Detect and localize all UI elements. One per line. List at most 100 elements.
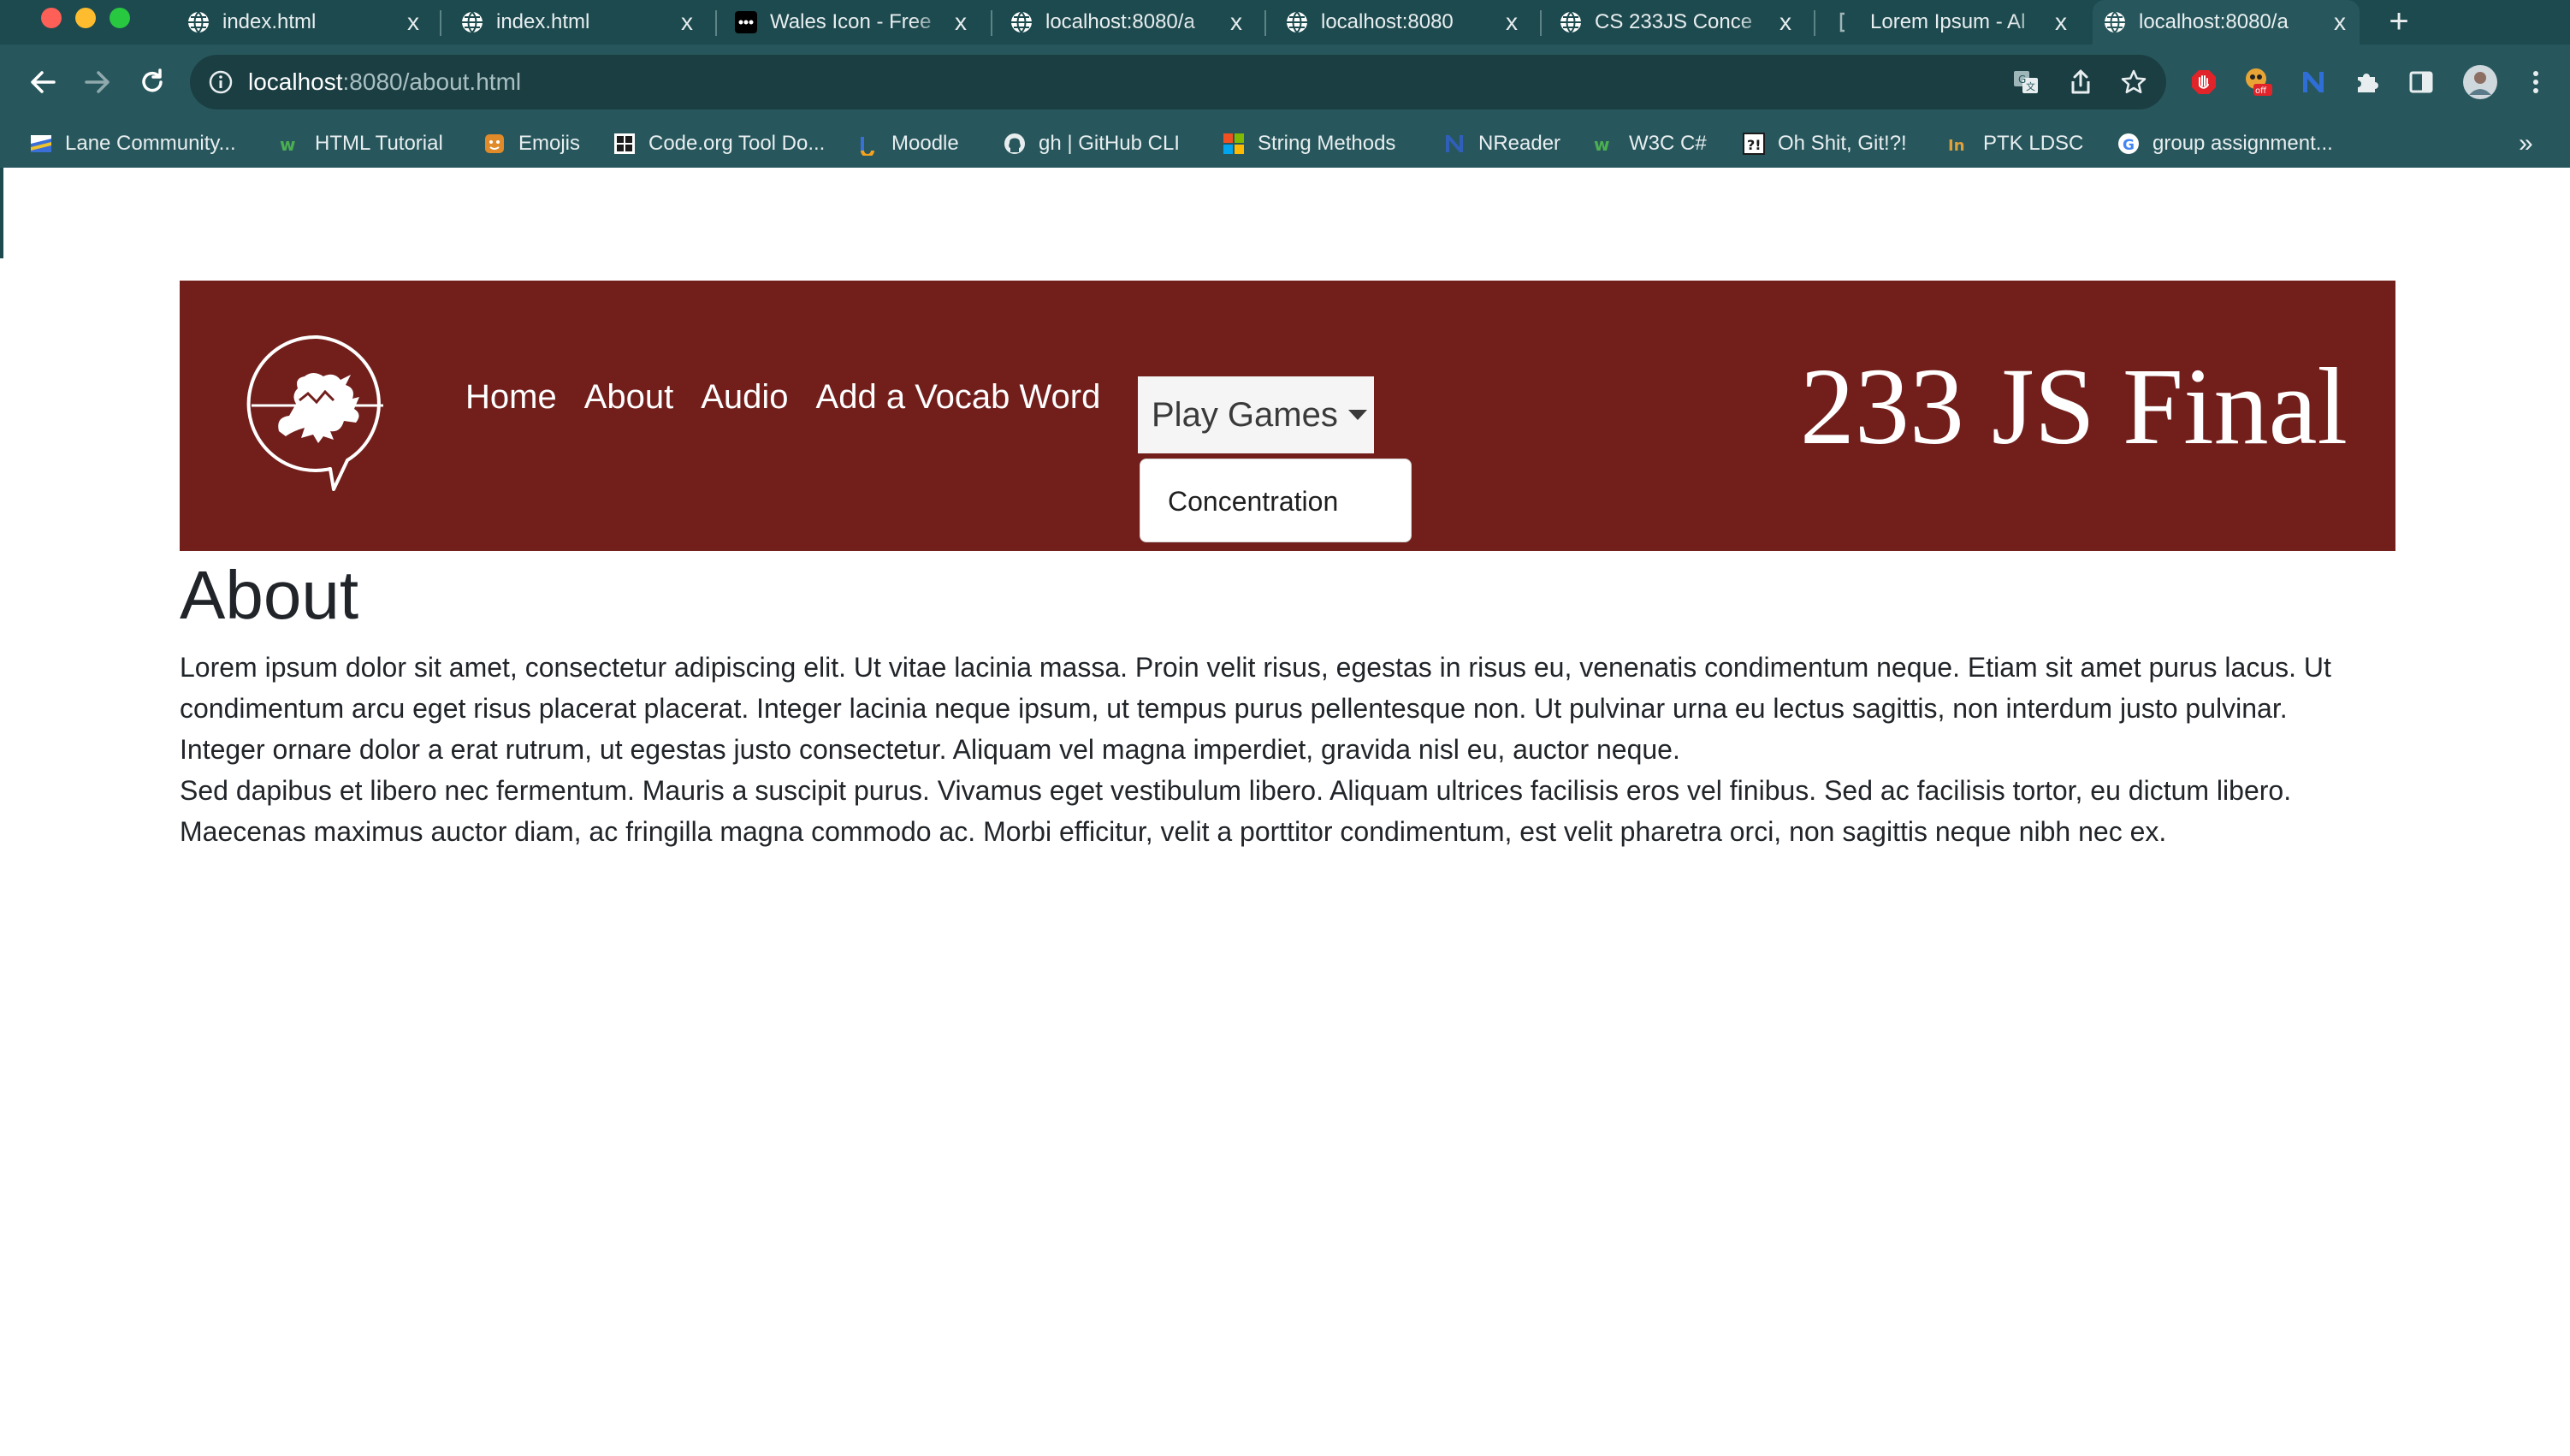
back-icon[interactable]: [22, 62, 63, 103]
tab-separator: [1264, 10, 1266, 36]
nav-home-link[interactable]: Home: [465, 376, 557, 417]
bookmark-item[interactable]: w W3C C#: [1593, 120, 1707, 168]
url-text[interactable]: localhost:8080/about.html: [248, 55, 521, 109]
zoom-window-button[interactable]: [110, 8, 130, 28]
bookmark-item[interactable]: Emojis: [483, 120, 580, 168]
tab-close-icon[interactable]: x: [1499, 9, 1525, 36]
bookmark-item[interactable]: Moodle: [856, 120, 959, 168]
git-icon: ?!: [1742, 132, 1766, 156]
bookmark-item[interactable]: String Methods: [1222, 120, 1395, 168]
globe-icon: [1010, 10, 1033, 34]
bookmark-item[interactable]: ?! Oh Shit, Git!?!: [1742, 120, 1907, 168]
info-icon[interactable]: [207, 68, 234, 96]
url-path: :8080/about.html: [342, 68, 522, 95]
bookmark-label: NReader: [1478, 132, 1561, 155]
url-host: localhost: [248, 68, 343, 95]
star-icon[interactable]: [2118, 67, 2149, 98]
tab-close-icon[interactable]: x: [400, 9, 426, 36]
side-panel-icon[interactable]: [2406, 67, 2437, 98]
tab-close-icon[interactable]: x: [2327, 9, 2353, 36]
bookmark-label: group assignment...: [2153, 132, 2333, 155]
address-bar[interactable]: localhost:8080/about.html: [190, 55, 2166, 109]
bookmark-item[interactable]: gh | GitHub CLI: [1003, 120, 1180, 168]
lane-icon: [29, 132, 53, 156]
tab-close-icon[interactable]: x: [1223, 9, 1249, 36]
nav-about-link[interactable]: About: [584, 376, 674, 417]
codeorg-icon: [613, 132, 637, 156]
adblock-icon[interactable]: [2188, 67, 2219, 98]
browser-tab[interactable]: index.html x: [176, 0, 433, 44]
tab-close-icon[interactable]: x: [1773, 9, 1798, 36]
tab-title: localhost:8080: [1321, 10, 1454, 33]
bookmark-item[interactable]: Code.org Tool Do...: [613, 120, 825, 168]
extensions-puzzle-icon[interactable]: [2351, 67, 2382, 98]
browser-tab[interactable]: Wales Icon - Free x: [724, 0, 980, 44]
nav-add-vocab-link[interactable]: Add a Vocab Word: [816, 376, 1101, 417]
moodle-icon: [856, 132, 879, 156]
tab-separator: [991, 10, 992, 36]
bookmark-label: String Methods: [1258, 132, 1396, 155]
site-title: 233 JS Final: [1799, 346, 2348, 467]
bookmark-label: Emojis: [518, 132, 581, 155]
close-window-button[interactable]: [41, 8, 62, 28]
bookmark-item[interactable]: G group assignment...: [2117, 120, 2333, 168]
page-heading: About: [180, 557, 359, 633]
text-line: Integer ornare dolor a erat rutrum, ut e…: [180, 734, 1680, 765]
bookmark-item[interactable]: NReader: [1442, 120, 1560, 168]
browser-tab-active[interactable]: localhost:8080/a x: [2093, 0, 2360, 44]
profile-avatar[interactable]: [2462, 64, 2498, 100]
tab-close-icon[interactable]: x: [2048, 9, 2074, 36]
tab-separator: [1814, 10, 1815, 36]
bookmark-item[interactable]: In PTK LDSC: [1947, 120, 2083, 168]
bookmark-label: W3C C#: [1629, 132, 1707, 155]
w3-icon: w: [279, 132, 303, 156]
minimize-window-button[interactable]: [75, 8, 96, 28]
bookmark-label: HTML Tutorial: [315, 132, 443, 155]
browser-tab[interactable]: Lorem Ipsum - Al x: [1824, 0, 2081, 44]
reload-icon[interactable]: [132, 62, 173, 103]
google-icon: G: [2117, 132, 2141, 156]
bookmark-label: Code.org Tool Do...: [648, 132, 826, 155]
browser-tab[interactable]: localhost:8080/a x: [999, 0, 1256, 44]
extension-off-icon[interactable]: off: [2243, 67, 2274, 98]
tab-close-icon[interactable]: x: [948, 9, 974, 36]
play-games-dropdown-button[interactable]: Play Games: [1138, 376, 1374, 453]
play-games-dropdown-menu: Concentration: [1140, 459, 1412, 542]
translate-icon[interactable]: G文: [2010, 67, 2041, 98]
bookmarks-overflow-button[interactable]: »: [2519, 120, 2533, 168]
tab-separator: [440, 10, 441, 36]
globe-icon: [1285, 10, 1309, 34]
emoji-icon: [483, 132, 506, 156]
ptk-icon: In: [1947, 132, 1971, 156]
about-text: Lorem ipsum dolor sit amet, consectetur …: [180, 647, 2404, 852]
dots-icon: [734, 10, 758, 34]
svg-text:w: w: [1594, 134, 1609, 155]
browser-tab[interactable]: localhost:8080 x: [1275, 0, 1531, 44]
bookmark-item[interactable]: w HTML Tutorial: [279, 120, 443, 168]
wales-dragon-logo[interactable]: [245, 332, 390, 494]
globe-icon: [187, 10, 210, 34]
site-header: Home About Audio Add a Vocab Word Play G…: [180, 281, 2395, 551]
bookmark-label: PTK LDSC: [1983, 132, 2084, 155]
dropdown-item-concentration[interactable]: Concentration: [1168, 459, 1338, 543]
text-line: condimentum arcu eget risus placerat pla…: [180, 693, 2288, 724]
svg-text:In: In: [1948, 137, 1965, 155]
microsoft-icon: [1222, 132, 1246, 156]
browser-tab[interactable]: index.html x: [450, 0, 707, 44]
dropdown-label: Play Games: [1152, 395, 1338, 434]
globe-icon: [2103, 10, 2127, 34]
nreader-extension-icon[interactable]: [2298, 67, 2329, 98]
tab-close-icon[interactable]: x: [674, 9, 700, 36]
bookmark-label: Oh Shit, Git!?!: [1778, 132, 1907, 155]
forward-icon[interactable]: [77, 62, 118, 103]
more-menu-icon[interactable]: [2520, 67, 2551, 98]
browser-tab[interactable]: CS 233JS Conce x: [1549, 0, 1805, 44]
tab-title: index.html: [496, 10, 590, 33]
svg-text:G: G: [2018, 74, 2026, 86]
nav-audio-link[interactable]: Audio: [701, 376, 788, 417]
new-tab-button[interactable]: +: [2382, 2, 2416, 41]
share-icon[interactable]: [2065, 67, 2096, 98]
bookmark-item[interactable]: Lane Community...: [29, 120, 236, 168]
svg-text:文: 文: [2026, 80, 2035, 92]
tab-title: localhost:8080/a: [1045, 10, 1195, 33]
